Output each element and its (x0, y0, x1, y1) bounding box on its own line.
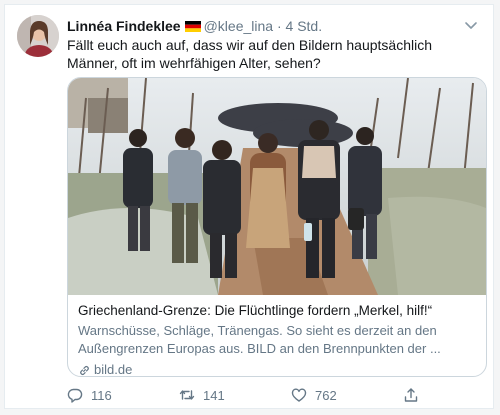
tweet[interactable]: Linnéa Findeklee @klee_lina · 4 Std. Fäll… (4, 4, 494, 409)
link-card[interactable]: Griechenland-Grenze: Die Flüchtlinge for… (67, 77, 487, 377)
heart-icon (291, 388, 307, 402)
reply-button[interactable]: 116 (67, 387, 112, 403)
like-count: 762 (315, 387, 337, 403)
chevron-down-icon[interactable] (463, 17, 479, 33)
tweet-text: Fällt euch auch auf, dass wir auf den Bi… (67, 37, 432, 71)
header-separator: · (276, 18, 282, 34)
avatar-image (17, 15, 59, 57)
reply-icon (67, 388, 83, 403)
tweet-timestamp[interactable]: 4 Std. (286, 18, 323, 34)
retweet-count: 141 (203, 387, 225, 403)
tweet-header: Linnéa Findeklee @klee_lina · 4 Std. (67, 17, 457, 35)
card-domain[interactable]: bild.de (78, 361, 476, 377)
avatar[interactable] (17, 15, 59, 57)
tweet-actions: 116 141 762 (67, 387, 479, 405)
retweet-icon (179, 390, 195, 400)
author-handle[interactable]: @klee_lina (204, 18, 273, 34)
card-photo (68, 78, 486, 295)
germany-flag-icon (184, 18, 201, 32)
card-description: Warnschüsse, Schläge, Tränengas. So sieh… (78, 323, 441, 356)
reply-count: 116 (91, 387, 112, 403)
card-title[interactable]: Griechenland-Grenze: Die Flüchtlinge for… (78, 302, 476, 320)
share-button[interactable] (403, 387, 427, 403)
like-button[interactable]: 762 (291, 387, 337, 403)
author-name[interactable]: Linnéa Findeklee (67, 18, 181, 34)
card-domain-label: bild.de (94, 362, 133, 377)
retweet-button[interactable]: 141 (179, 387, 225, 403)
share-icon (404, 388, 418, 402)
link-icon (80, 365, 89, 375)
